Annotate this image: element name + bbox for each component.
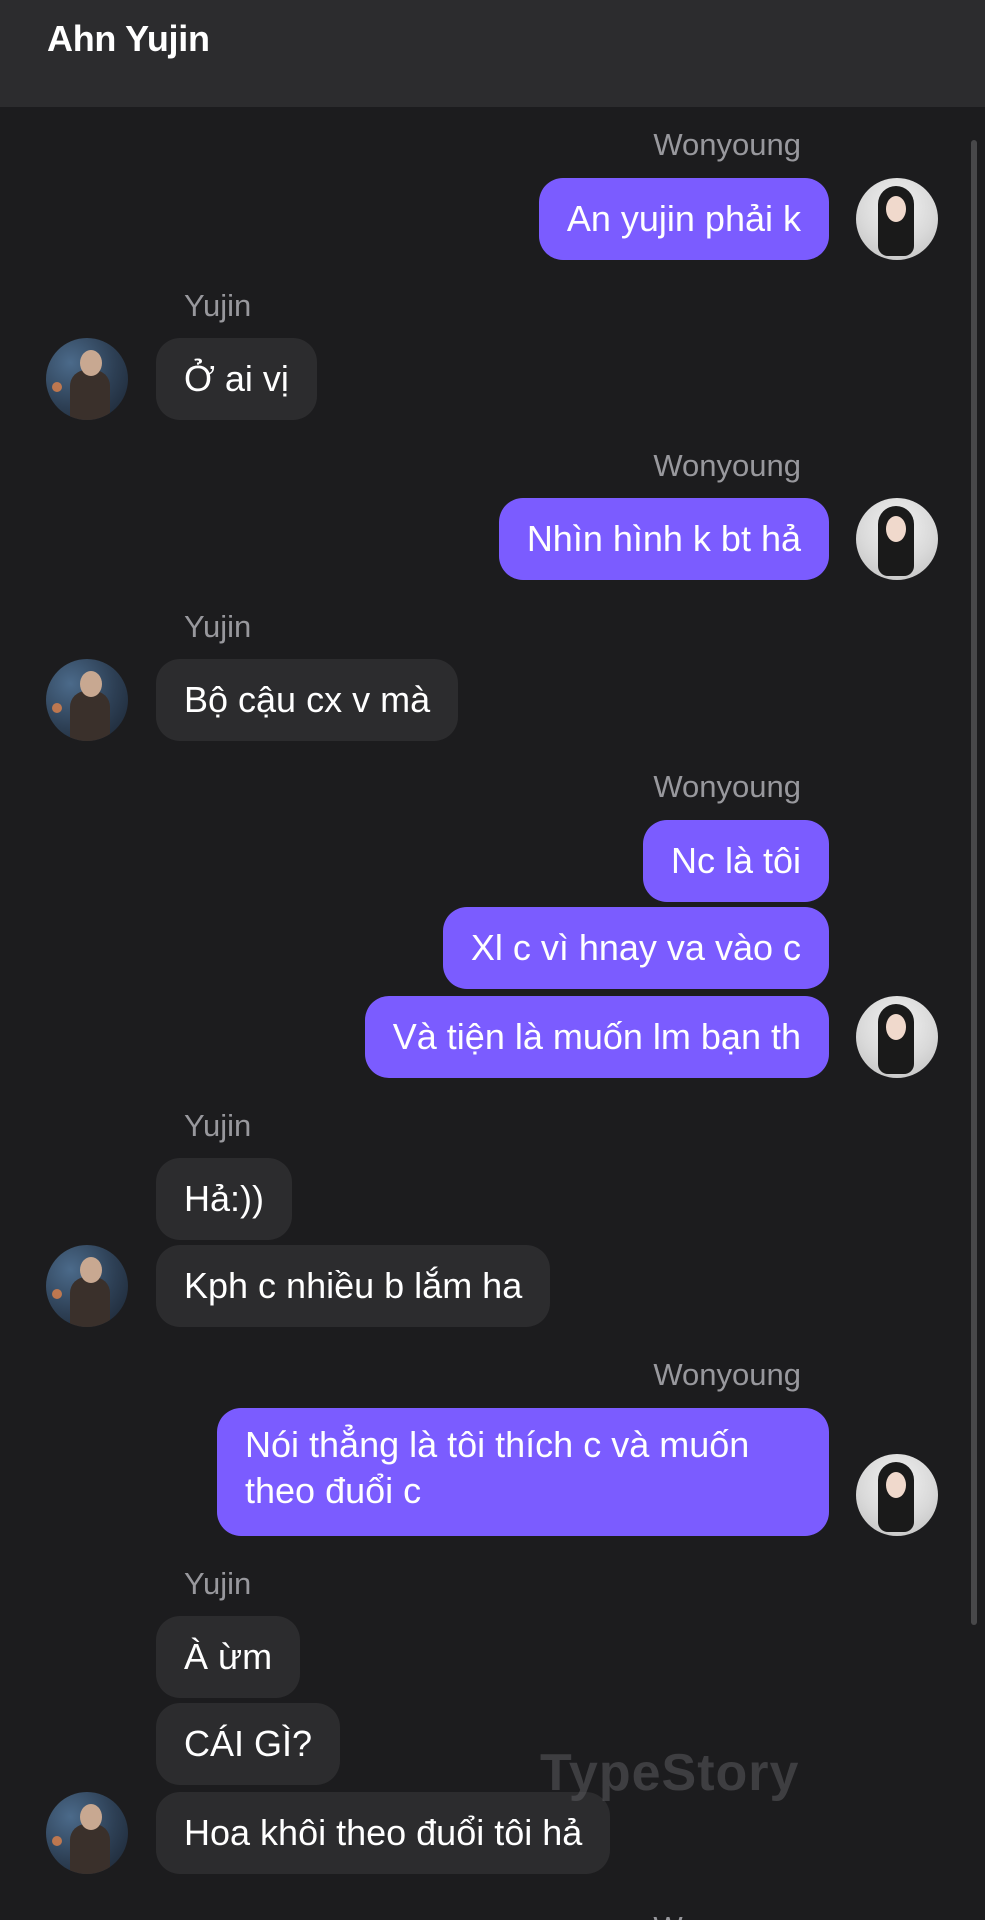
sender-name: Yujin [184,288,252,323]
yujin-avatar[interactable] [46,1792,128,1874]
message-bubble-incoming[interactable]: Ở ai vị [156,338,317,420]
message-bubble-incoming[interactable]: CÁI GÌ? [156,1703,341,1785]
sender-name: Yujin [184,609,252,644]
typestory-watermark: TypeStory [540,1744,800,1802]
message-bubble-outgoing[interactable]: Nói thẳng là tôi thích c và muốn theo đu… [217,1408,829,1536]
message-bubble-outgoing[interactable]: Xl c vì hnay va vào c [442,907,829,989]
sender-name: Wonyoung [653,448,801,483]
message-bubble-incoming[interactable]: Bộ cậu cx v mà [156,659,459,741]
yujin-avatar[interactable] [46,338,128,420]
sender-name: Wonyoung [653,1908,801,1920]
wonyoung-avatar[interactable] [856,498,938,580]
sender-name: Wonyoung [653,769,801,804]
scrollbar[interactable] [971,140,977,1625]
sender-name: Wonyoung [653,1357,801,1392]
sender-name: Yujin [184,1108,252,1143]
wonyoung-avatar[interactable] [856,1454,938,1536]
yujin-avatar[interactable] [46,1245,128,1327]
message-bubble-outgoing[interactable]: An yujin phải k [538,178,829,260]
message-bubble-incoming[interactable]: Kph c nhiều b lắm ha [156,1245,551,1327]
message-bubble-incoming[interactable]: Hoa khôi theo đuổi tôi hả [156,1792,611,1874]
chat-title: Ahn Yujin [47,18,210,59]
message-bubble-outgoing[interactable]: Nc là tôi [642,820,829,902]
chat-header: Ahn Yujin [0,0,985,107]
message-bubble-incoming[interactable]: Hả:)) [156,1158,292,1240]
wonyoung-avatar[interactable] [856,178,938,260]
wonyoung-avatar[interactable] [856,996,938,1078]
sender-name: Yujin [184,1566,252,1601]
message-bubble-incoming[interactable]: À ừm [156,1616,301,1698]
yujin-avatar[interactable] [46,659,128,741]
message-bubble-outgoing[interactable]: Và tiện là muốn lm bạn th [364,996,829,1078]
sender-name: Wonyoung [653,127,801,162]
message-bubble-outgoing[interactable]: Nhìn hình k bt hả [498,498,829,580]
